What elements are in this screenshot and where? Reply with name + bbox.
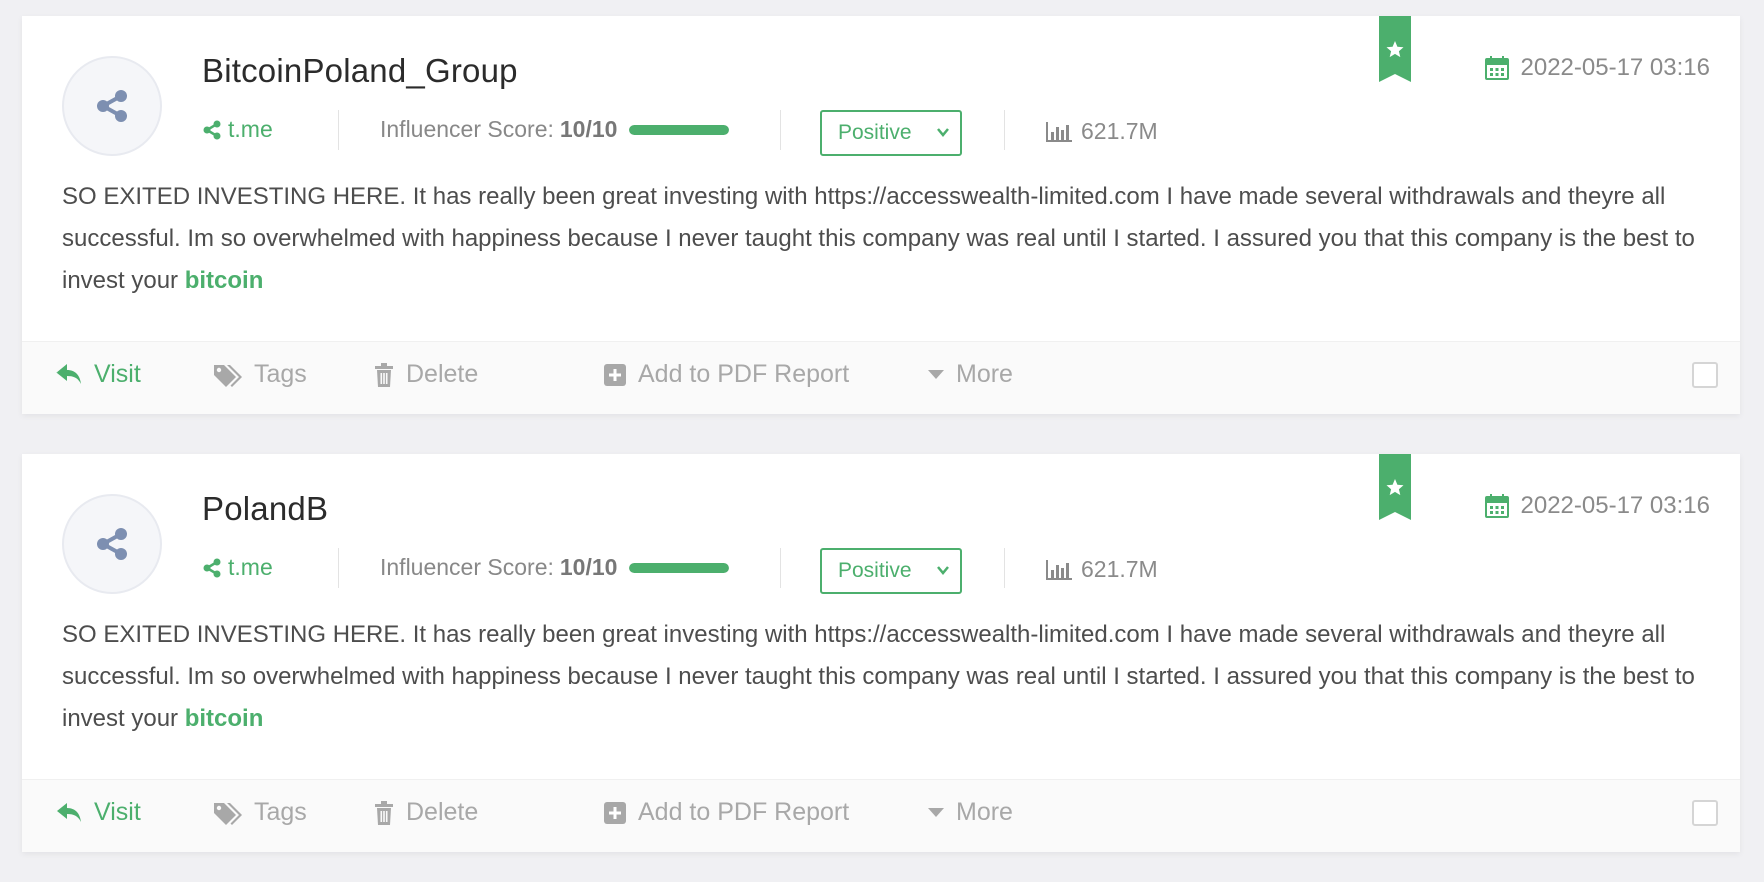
- influencer-score: Influencer Score: 10/10: [380, 554, 730, 581]
- mention-body: SO EXITED INVESTING HERE. It has really …: [62, 183, 1695, 294]
- reach-value: 621.7M: [1081, 556, 1158, 582]
- reach-value: 621.7M: [1081, 118, 1158, 144]
- divider: [1004, 548, 1005, 588]
- bar-chart-icon: [1046, 559, 1072, 580]
- share-icon: [97, 528, 127, 560]
- share-icon: [203, 558, 221, 577]
- share-icon: [203, 120, 221, 139]
- add-to-pdf-report-label: Add to PDF Report: [638, 798, 850, 826]
- reply-icon: [57, 802, 81, 822]
- mention-card: BitcoinPoland_Group t.me Influencer Scor…: [22, 16, 1740, 414]
- visit-button[interactable]: Visit: [56, 798, 141, 827]
- delete-button[interactable]: Delete: [374, 798, 478, 827]
- influencer-score-bar: [629, 562, 730, 573]
- action-bar: Visit Tags Delete Add to PDF Report More: [22, 779, 1740, 852]
- bar-chart-icon: [1046, 121, 1072, 142]
- trash-icon: [375, 800, 393, 825]
- source-link[interactable]: t.me: [202, 116, 273, 143]
- select-checkbox[interactable]: [1692, 362, 1718, 388]
- chevron-down-icon: [937, 566, 949, 575]
- influencer-score-label: Influencer Score:: [380, 554, 554, 580]
- avatar[interactable]: [62, 494, 162, 594]
- tags-icon: [214, 364, 242, 387]
- delete-button[interactable]: Delete: [374, 360, 478, 389]
- mention-text: SO EXITED INVESTING HERE. It has really …: [62, 176, 1712, 302]
- reply-icon: [56, 363, 81, 384]
- divider: [338, 548, 339, 588]
- tags-button[interactable]: Tags: [212, 798, 307, 827]
- visit-button[interactable]: Visit: [56, 360, 141, 389]
- more-button[interactable]: More: [928, 798, 1013, 827]
- reach-stat: 621.7M: [1045, 556, 1158, 583]
- source-label: t.me: [228, 116, 273, 142]
- select-checkbox[interactable]: [1692, 800, 1718, 826]
- mention-body: SO EXITED INVESTING HERE. It has really …: [62, 621, 1695, 732]
- date-value: 2022-05-17 03:16: [1520, 492, 1711, 519]
- plus-square-icon: [604, 801, 626, 824]
- keyword-highlight: bitcoin: [184, 705, 264, 732]
- reach-stat: 621.7M: [1045, 118, 1158, 145]
- influencer-score-bar: [629, 124, 730, 135]
- source-label: t.me: [228, 554, 273, 580]
- add-to-pdf-report-label: Add to PDF Report: [638, 360, 850, 388]
- influencer-score-value: 10/10: [559, 554, 618, 580]
- mention-date: 2022-05-17 03:16: [1484, 492, 1711, 520]
- caret-down-icon: [928, 369, 944, 379]
- share-icon: [97, 90, 127, 122]
- mention-title[interactable]: PolandB: [202, 490, 328, 528]
- divider: [780, 110, 781, 150]
- action-bar: Visit Tags Delete Add to PDF Report More: [22, 341, 1740, 414]
- mention-meta: t.me Influencer Score: 10/10 Positive 62…: [202, 110, 1202, 156]
- divider: [780, 548, 781, 588]
- avatar[interactable]: [62, 56, 162, 156]
- divider: [1004, 110, 1005, 150]
- chevron-down-icon: [937, 128, 949, 137]
- visit-label: Visit: [94, 360, 141, 388]
- tags-button[interactable]: Tags: [212, 360, 307, 389]
- tags-label: Tags: [254, 360, 307, 388]
- add-to-pdf-report-button[interactable]: Add to PDF Report: [604, 360, 849, 389]
- source-link[interactable]: t.me: [202, 554, 273, 581]
- sentiment-value: Positive: [838, 121, 912, 144]
- caret-down-icon: [928, 807, 944, 817]
- plus-square-icon: [604, 363, 626, 386]
- bookmark-star-icon[interactable]: [1379, 16, 1411, 82]
- mention-meta: t.me Influencer Score: 10/10 Positive 62…: [202, 548, 1202, 594]
- tags-label: Tags: [254, 798, 307, 826]
- keyword-highlight: bitcoin: [184, 267, 264, 294]
- divider: [338, 110, 339, 150]
- mention-title[interactable]: BitcoinPoland_Group: [202, 52, 518, 90]
- more-label: More: [956, 798, 1013, 826]
- more-label: More: [956, 360, 1013, 388]
- mention-card: PolandB t.me Influencer Score: 10/10 Pos…: [22, 454, 1740, 852]
- mention-text: SO EXITED INVESTING HERE. It has really …: [62, 614, 1712, 740]
- trash-icon: [375, 362, 393, 387]
- sentiment-select[interactable]: Positive: [820, 548, 962, 594]
- add-to-pdf-report-button[interactable]: Add to PDF Report: [604, 798, 849, 827]
- influencer-score-value: 10/10: [559, 116, 618, 142]
- mentions-feed: BitcoinPoland_Group t.me Influencer Scor…: [0, 0, 1764, 882]
- bookmark-star-icon[interactable]: [1379, 454, 1411, 520]
- influencer-score-fill: [629, 562, 730, 573]
- influencer-score-label: Influencer Score:: [380, 116, 554, 142]
- mention-date: 2022-05-17 03:16: [1484, 54, 1711, 82]
- calendar-icon: [1484, 56, 1509, 80]
- sentiment-select[interactable]: Positive: [820, 110, 962, 156]
- more-button[interactable]: More: [928, 360, 1013, 389]
- delete-label: Delete: [406, 360, 479, 388]
- sentiment-value: Positive: [838, 559, 912, 582]
- date-value: 2022-05-17 03:16: [1520, 54, 1711, 81]
- influencer-score: Influencer Score: 10/10: [380, 116, 730, 143]
- calendar-icon: [1484, 494, 1509, 518]
- tags-icon: [214, 802, 242, 825]
- visit-label: Visit: [94, 798, 141, 826]
- influencer-score-fill: [629, 124, 730, 135]
- delete-label: Delete: [406, 798, 479, 826]
